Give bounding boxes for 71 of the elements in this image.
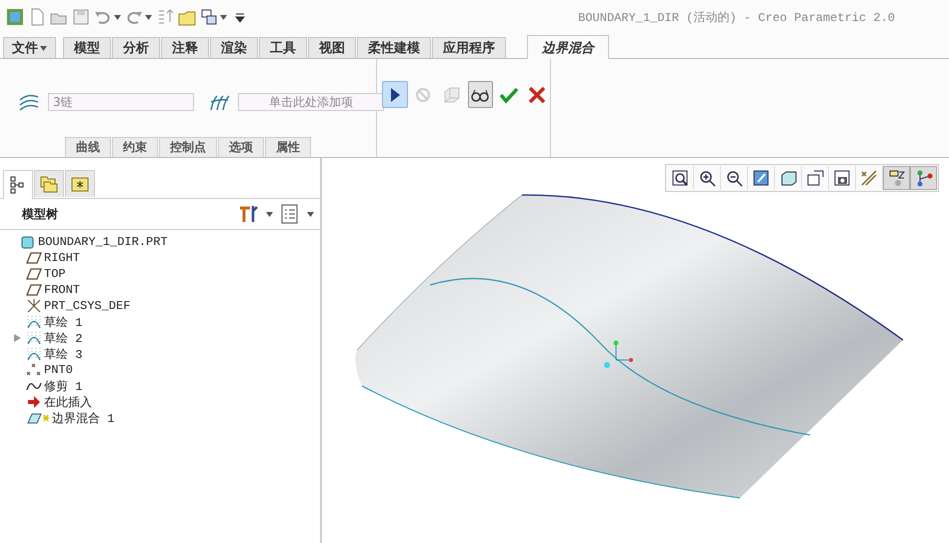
preview-icon [442, 84, 462, 104]
ribbon-tab[interactable]: 边界混合 [527, 35, 609, 59]
caret-icon[interactable] [266, 212, 273, 216]
save-icon[interactable] [72, 8, 90, 26]
spin-center-icon [914, 169, 932, 187]
ribbon-tab[interactable]: 视图 [308, 37, 356, 58]
windows-icon[interactable] [200, 8, 218, 26]
insert-icon [26, 394, 42, 410]
sketch-icon [26, 314, 42, 330]
repaint-icon [752, 169, 770, 187]
refit-icon [671, 169, 689, 187]
tree-item[interactable]: 草绘 3 [44, 346, 82, 362]
ribbon-tab[interactable]: 模型 [63, 37, 111, 58]
spin-center-button[interactable] [910, 166, 937, 190]
panel-tab[interactable]: 属性 [265, 137, 311, 157]
datum-display-icon [860, 169, 878, 187]
caret-icon[interactable] [114, 14, 121, 20]
folders-icon [39, 174, 59, 194]
ribbon-tab[interactable]: 分析 [112, 37, 160, 58]
caret-icon[interactable] [145, 14, 152, 20]
caret-icon[interactable] [307, 212, 314, 216]
panel-tab[interactable]: 约束 [112, 137, 158, 157]
tree-item[interactable]: 修剪 1 [44, 378, 82, 394]
glasses-button[interactable] [468, 81, 493, 108]
sketch-icon [26, 330, 42, 346]
play-button[interactable] [382, 81, 408, 108]
expand-arrow-icon[interactable] [12, 333, 22, 343]
tree-item[interactable]: FRONT [44, 283, 80, 297]
view-manager-icon [833, 169, 851, 187]
zoom-out-icon [725, 169, 743, 187]
panel-title: 模型树 [22, 206, 58, 222]
tree-item[interactable]: BOUNDARY_1_DIR.PRT [38, 235, 168, 249]
zoom-in-icon [698, 169, 716, 187]
caret-icon[interactable] [220, 14, 227, 20]
chain-collector-field[interactable]: 单击此处添加项 [238, 93, 384, 111]
sketch-icon [26, 346, 42, 362]
ribbon-tab[interactable]: 渲染 [210, 37, 258, 58]
plane-icon [26, 282, 42, 298]
tree-item[interactable]: 草绘 1 [44, 314, 82, 330]
plane-icon [26, 266, 42, 282]
app-icon[interactable] [6, 8, 24, 26]
display-style-icon [779, 169, 797, 187]
plane-icon [26, 250, 42, 266]
annotation-display-icon [888, 169, 906, 187]
surface-curves-icon [18, 92, 40, 112]
point-icon [26, 362, 42, 378]
tree-item[interactable]: 边界混合 1 [52, 410, 114, 426]
tree-item[interactable]: 在此插入 [44, 394, 92, 410]
csys-icon [26, 298, 42, 314]
annotation-display-button[interactable] [883, 166, 910, 190]
ribbon-tab[interactable]: 文件 [3, 37, 56, 58]
favorites-tab[interactable] [65, 170, 95, 197]
panel-tab[interactable]: 控制点 [159, 137, 217, 157]
window-title: BOUNDARY_1_DIR (活动的) - Creo Parametric 2.0 [578, 10, 895, 26]
panel-tab[interactable]: 选项 [218, 137, 264, 157]
part-icon [20, 234, 36, 250]
caret-icon[interactable] [40, 46, 47, 50]
saved-views-icon [806, 169, 824, 187]
panel-tab[interactable]: 曲线 [65, 137, 111, 157]
cancel-icon [527, 84, 548, 104]
tree-tab[interactable] [3, 170, 33, 199]
tools-icon[interactable] [238, 204, 260, 224]
ribbon-tab[interactable]: 应用程序 [432, 37, 506, 58]
tree-item[interactable]: PRT_CSYS_DEF [44, 299, 130, 313]
ribbon-tab[interactable]: 柔性建模 [357, 37, 431, 58]
ribbon-tab[interactable]: 工具 [259, 37, 307, 58]
tree-item[interactable]: RIGHT [44, 251, 80, 265]
ribbon-tab[interactable]: 注释 [161, 37, 209, 58]
tree-item[interactable]: PNT0 [44, 363, 73, 377]
tree-item[interactable]: TOP [44, 267, 66, 281]
tree-item[interactable]: 草绘 2 [44, 330, 82, 346]
